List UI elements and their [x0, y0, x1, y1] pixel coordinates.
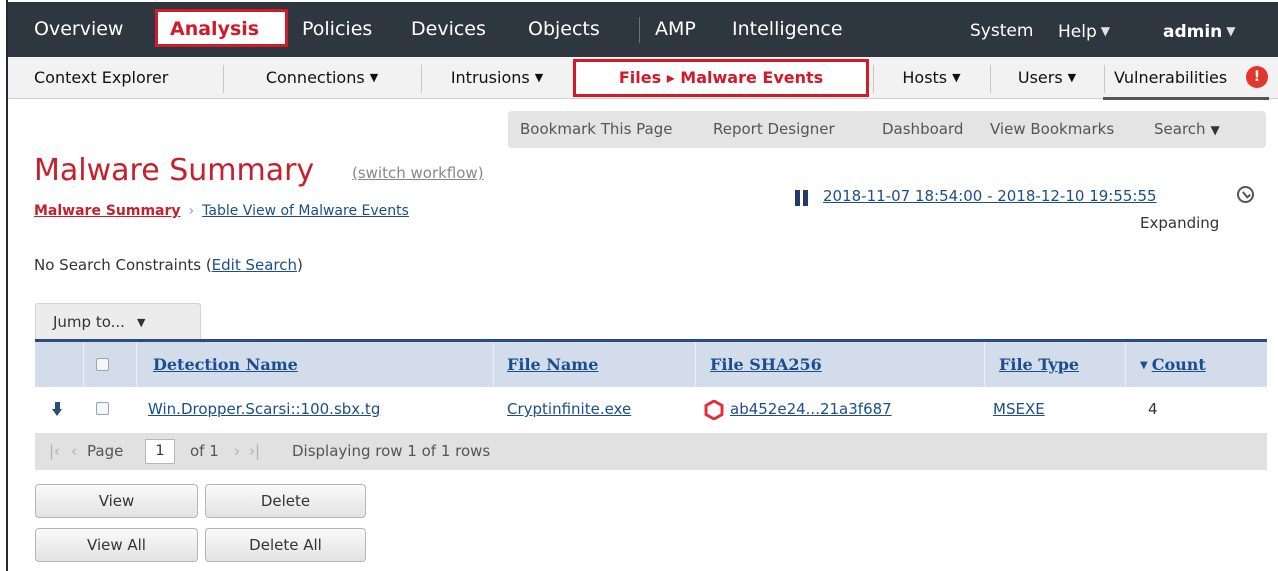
tab-intrusions[interactable]: Intrusions ▼	[422, 57, 572, 99]
nav-devices[interactable]: Devices	[411, 15, 486, 43]
nav-user-label: admin	[1163, 22, 1223, 42]
chevron-down-icon: ▼	[952, 71, 961, 84]
row-checkbox[interactable]	[96, 402, 109, 415]
column-detection-name[interactable]: Detection Name	[153, 342, 298, 387]
tab-context-explorer[interactable]: Context Explorer	[18, 57, 218, 99]
column-count[interactable]: ▼ Count	[1140, 342, 1206, 388]
drill-down-arrow-icon[interactable]	[52, 402, 62, 416]
constraints-suffix: )	[297, 256, 303, 274]
nav-analysis[interactable]: Analysis	[155, 9, 288, 47]
nav-divider	[639, 17, 640, 43]
tab-hosts-label: Hosts	[902, 68, 948, 87]
nav-system[interactable]: System	[970, 17, 1033, 45]
nav-amp[interactable]: AMP	[655, 15, 696, 43]
select-all-checkbox[interactable]	[96, 358, 109, 371]
next-page-icon[interactable]: ›	[234, 433, 240, 470]
report-designer-link[interactable]: Report Designer	[713, 111, 835, 148]
breadcrumb-table-view-link[interactable]: Table View of Malware Events	[202, 203, 409, 219]
search-constraints: No Search Constraints (Edit Search)	[34, 256, 303, 274]
prev-page-icon[interactable]: ‹	[71, 433, 77, 470]
tab-connections-label: Connections	[265, 68, 365, 87]
tab-underline	[1103, 97, 1269, 100]
count-cell: 4	[1148, 400, 1158, 418]
tab-connections[interactable]: Connections ▼	[224, 57, 420, 99]
switch-workflow-link[interactable]: (switch workflow)	[352, 164, 484, 182]
page-of-label: of 1	[190, 442, 219, 460]
search-menu-label: Search	[1154, 120, 1206, 138]
jump-to-label: Jump to...	[53, 313, 125, 331]
view-all-button[interactable]: View All	[35, 528, 198, 562]
top-navigation: Overview Analysis Policies Devices Objec…	[8, 2, 1278, 57]
edit-search-link[interactable]: Edit Search	[212, 256, 297, 274]
delete-button[interactable]: Delete	[205, 484, 366, 518]
column-count-label: Count	[1151, 355, 1206, 374]
detection-name-cell[interactable]: Win.Dropper.Scarsi::100.sbx.tg	[148, 387, 380, 431]
page-toolbar: Bookmark This Page Report Designer Dashb…	[508, 111, 1266, 148]
tab-users-label: Users	[1017, 68, 1063, 87]
tab-divider	[1104, 65, 1105, 93]
column-divider	[136, 342, 137, 387]
threat-score-icon[interactable]	[704, 400, 724, 420]
table-row: Win.Dropper.Scarsi::100.sbx.tg Cryptinfi…	[35, 387, 1267, 431]
pagination-bar: |‹ ‹ Page 1 of 1 › ›| Displaying row 1 o…	[35, 433, 1267, 470]
nav-help[interactable]: Help ▼	[1058, 17, 1110, 46]
alert-icon[interactable]: !	[1246, 66, 1268, 88]
tab-hosts[interactable]: Hosts ▼	[874, 57, 989, 99]
sort-desc-icon: ▼	[1140, 360, 1148, 371]
breadcrumb-current[interactable]: Malware Summary	[34, 203, 181, 219]
file-type-cell[interactable]: MSEXE	[993, 387, 1045, 431]
pager-status: Displaying row 1 of 1 rows	[292, 442, 491, 460]
page-title: Malware Summary	[34, 153, 315, 188]
time-range-link[interactable]: 2018-11-07 18:54:00 - 2018-12-10 19:55:5…	[823, 187, 1157, 205]
tab-intrusions-label: Intrusions	[450, 68, 530, 87]
file-name-cell[interactable]: Cryptinfinite.exe	[507, 387, 631, 431]
bookmark-this-page-link[interactable]: Bookmark This Page	[520, 111, 673, 148]
delete-all-button[interactable]: Delete All	[205, 528, 366, 562]
chevron-down-icon: ▼	[1100, 24, 1110, 38]
chevron-down-icon: ▼	[1226, 24, 1236, 38]
column-divider	[1125, 342, 1126, 387]
time-window-mode: Expanding	[1140, 214, 1220, 232]
sha256-cell[interactable]: ab452e24...21a3f687	[730, 387, 892, 431]
tab-files-malware-events[interactable]: Files ▸ Malware Events	[573, 59, 869, 97]
chevron-down-icon: ▼	[1067, 71, 1077, 84]
column-divider	[83, 342, 84, 387]
search-menu[interactable]: Search ▼	[1154, 111, 1220, 149]
nav-overview[interactable]: Overview	[34, 15, 123, 43]
table-header: Detection Name File Name File SHA256 Fil…	[35, 339, 1267, 387]
view-bookmarks-link[interactable]: View Bookmarks	[990, 111, 1114, 148]
breadcrumb: Malware Summary › Table View of Malware Ev…	[34, 203, 409, 219]
page-number-input[interactable]: 1	[145, 439, 175, 464]
column-file-name[interactable]: File Name	[507, 342, 598, 387]
page-label: Page	[87, 442, 124, 460]
nav-policies[interactable]: Policies	[302, 15, 372, 43]
chevron-down-icon: ▼	[1210, 123, 1220, 137]
column-file-type[interactable]: File Type	[999, 342, 1079, 387]
nav-objects[interactable]: Objects	[528, 15, 600, 43]
last-page-icon[interactable]: ›|	[249, 433, 260, 470]
column-divider	[695, 342, 696, 387]
chevron-down-icon: ▼	[534, 71, 544, 84]
tab-users[interactable]: Users ▼	[991, 57, 1103, 99]
nav-help-label: Help	[1058, 22, 1097, 42]
chevron-down-icon: ▼	[369, 71, 379, 84]
column-divider	[493, 342, 494, 387]
view-button[interactable]: View	[35, 484, 198, 518]
sub-navigation: Context Explorer Connections ▼ Intrusions…	[8, 57, 1278, 100]
chevron-down-icon: ▼	[136, 316, 146, 329]
nav-user-menu[interactable]: admin ▼	[1163, 17, 1236, 46]
clock-icon[interactable]	[1237, 186, 1254, 203]
column-divider	[984, 342, 985, 387]
dashboard-link[interactable]: Dashboard	[882, 111, 963, 148]
breadcrumb-separator-icon: ›	[188, 203, 195, 219]
nav-analysis-label: Analysis	[170, 18, 260, 40]
jump-to-menu[interactable]: Jump to... ▼	[35, 303, 201, 339]
constraints-prefix: No Search Constraints (	[34, 256, 212, 274]
column-file-sha256[interactable]: File SHA256	[710, 342, 822, 387]
first-page-icon[interactable]: |‹	[49, 433, 60, 470]
pause-icon[interactable]	[795, 190, 809, 206]
nav-intelligence[interactable]: Intelligence	[732, 15, 843, 43]
